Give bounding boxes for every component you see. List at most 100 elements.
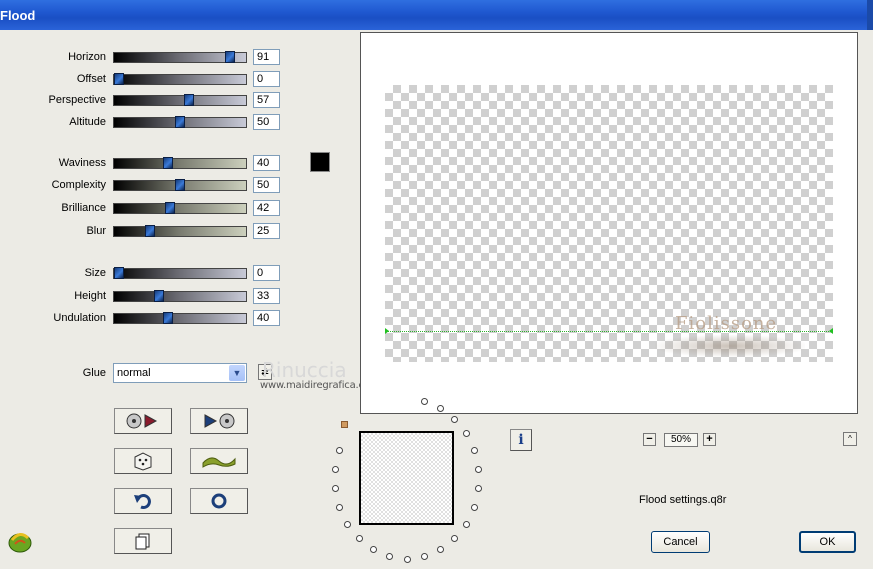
slider-thumb-3[interactable] [175, 116, 185, 128]
slider-value-3[interactable]: 50 [253, 114, 280, 130]
navigator-dot[interactable] [344, 520, 352, 528]
slider-thumb-7[interactable] [145, 225, 155, 237]
slider-track-10[interactable] [113, 312, 247, 324]
navigator-dot[interactable] [336, 447, 344, 455]
slider-label-10: Undulation [53, 312, 106, 324]
navigator-dot[interactable] [470, 503, 478, 511]
cancel-button[interactable]: Cancel [651, 531, 710, 553]
slider-value-10[interactable]: 40 [253, 310, 280, 326]
navigator-dot[interactable] [436, 404, 444, 412]
navigator-dot[interactable] [462, 520, 470, 528]
navigator-dot[interactable] [332, 465, 340, 473]
navigator-dot[interactable] [474, 465, 482, 473]
title-bar-edge [867, 0, 873, 30]
slider-track-4[interactable] [113, 157, 247, 169]
color-swatch[interactable] [310, 152, 330, 172]
navigator-dot[interactable] [332, 485, 340, 493]
preview-canvas: Fiolissone [385, 85, 833, 362]
navigator-dot[interactable] [370, 546, 378, 554]
preview-pane[interactable]: Fiolissone [360, 32, 858, 414]
slider-label-2: Perspective [48, 94, 106, 106]
slider-value-0[interactable]: 91 [253, 49, 280, 65]
random-button[interactable] [114, 448, 172, 474]
navigator-dot[interactable] [437, 546, 444, 554]
navigator-dot[interactable] [420, 397, 428, 405]
chevron-down-icon[interactable]: ▼ [229, 365, 245, 381]
slider-value-9[interactable]: 33 [253, 288, 280, 304]
slider-thumb-0[interactable] [225, 51, 235, 63]
app-logo-icon [8, 533, 32, 553]
slider-track-6[interactable] [113, 202, 247, 214]
zoom-in-button[interactable]: + [703, 433, 716, 446]
slider-track-0[interactable] [113, 51, 247, 63]
slider-thumb-9[interactable] [154, 290, 164, 302]
slider-value-5[interactable]: 50 [253, 177, 280, 193]
navigator-dot[interactable] [336, 503, 344, 511]
slider-track-5[interactable] [113, 179, 247, 191]
ok-button[interactable]: OK [799, 531, 856, 553]
navigator-dot[interactable] [462, 430, 470, 437]
slider-label-9: Height [74, 290, 106, 302]
slider-label-1: Offset [76, 73, 106, 85]
navigator-handle[interactable] [341, 421, 348, 428]
glue-dropdown[interactable]: normal ▼ [113, 363, 247, 383]
slider-track-9[interactable] [113, 290, 247, 302]
reset-button[interactable] [190, 488, 248, 514]
slider-value-7[interactable]: 25 [253, 223, 280, 239]
prev-preset-icon [126, 413, 158, 429]
navigator-thumbnail[interactable] [359, 431, 454, 525]
slider-track-1[interactable] [113, 73, 247, 85]
reset-icon [211, 493, 227, 509]
navigator-dot[interactable] [355, 535, 363, 543]
info-button[interactable]: i [510, 429, 532, 451]
navigator-dot[interactable] [403, 555, 411, 563]
slider-label-0: Horizon [68, 51, 106, 63]
slider-value-4[interactable]: 40 [253, 155, 280, 171]
slider-thumb-8[interactable] [114, 267, 124, 279]
watermark-site: www.maidiregrafica.eu [260, 380, 371, 391]
glue-label: Glue [82, 367, 106, 379]
slider-label-8: Size [84, 267, 106, 279]
slider-thumb-5[interactable] [175, 179, 185, 191]
navigator-dot[interactable] [451, 415, 459, 423]
slider-value-1[interactable]: 0 [253, 71, 280, 87]
undo-icon [134, 494, 151, 509]
glue-value: normal [117, 367, 151, 379]
random-dice-icon [134, 452, 152, 471]
wave-button[interactable] [190, 448, 248, 474]
navigator-dot[interactable] [470, 447, 478, 455]
copy-icon [135, 533, 150, 550]
next-preset-button[interactable] [190, 408, 248, 434]
undo-button[interactable] [114, 488, 172, 514]
slider-thumb-1[interactable] [114, 73, 124, 85]
title-bar: Flood [0, 0, 873, 30]
slider-label-7: Blur [86, 225, 106, 237]
navigator-dot[interactable] [474, 485, 482, 493]
slider-label-6: Brilliance [61, 202, 106, 214]
slider-value-6[interactable]: 42 [253, 200, 280, 216]
navigator-dot[interactable] [420, 553, 428, 561]
slider-track-2[interactable] [113, 94, 247, 106]
slider-label-5: Complexity [51, 179, 106, 191]
horizon-right-marker[interactable] [829, 328, 833, 334]
zoom-out-button[interactable]: − [643, 433, 656, 446]
slider-track-8[interactable] [113, 267, 247, 279]
zoom-level[interactable]: 50% [664, 433, 698, 447]
slider-value-2[interactable]: 57 [253, 92, 280, 108]
wave-icon [202, 457, 236, 468]
navigator-dot[interactable] [451, 535, 459, 543]
slider-track-7[interactable] [113, 225, 247, 237]
slider-value-8[interactable]: 0 [253, 265, 280, 281]
slider-thumb-4[interactable] [163, 157, 173, 169]
navigator-dot[interactable] [386, 553, 394, 561]
slider-thumb-6[interactable] [165, 202, 175, 214]
prev-preset-button[interactable] [114, 408, 172, 434]
copy-button[interactable] [114, 528, 172, 554]
slider-track-3[interactable] [113, 116, 247, 128]
slider-thumb-10[interactable] [163, 312, 173, 324]
slider-thumb-2[interactable] [184, 94, 194, 106]
horizon-line [385, 331, 833, 332]
collapse-button[interactable]: ^ [843, 432, 857, 446]
next-preset-icon [204, 413, 235, 429]
horizon-left-marker[interactable] [385, 328, 389, 334]
